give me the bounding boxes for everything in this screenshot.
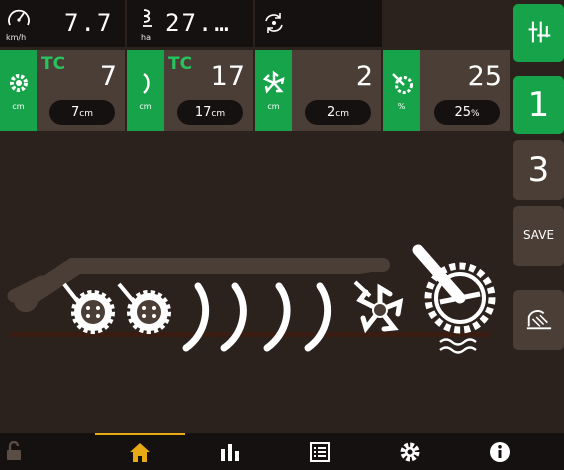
home-icon — [130, 443, 150, 462]
param-depth-discs[interactable]: cm TC 17 17cm — [127, 50, 253, 131]
headland-button[interactable] — [513, 290, 564, 350]
info-icon — [490, 442, 510, 462]
param-unit: % — [397, 102, 406, 111]
headland-icon — [526, 310, 552, 330]
speed-cell: km/h 7.7 — [0, 0, 125, 47]
speed-value: 7.7 — [64, 9, 114, 37]
nav-list[interactable] — [290, 433, 350, 470]
disc-icon — [143, 73, 150, 94]
machine-illustration — [7, 244, 496, 354]
unlock-icon — [7, 441, 21, 460]
preset-1-label: 1 — [527, 85, 550, 125]
lock-button[interactable] — [0, 433, 44, 470]
tool-select-button[interactable] — [513, 4, 564, 62]
roller-gauge-icon — [392, 73, 413, 94]
save-label: SAVE — [522, 228, 555, 242]
param-roller[interactable]: % 25 25% — [383, 50, 510, 131]
disc-group — [182, 282, 332, 352]
param-unit: cm — [139, 102, 152, 111]
gear-icon — [400, 442, 420, 462]
param-value: 7 — [99, 61, 117, 92]
param-icon-tile: % — [383, 50, 420, 131]
rotor — [353, 280, 404, 334]
speedometer-icon — [8, 9, 30, 26]
tc-label: TC — [168, 54, 193, 74]
param-value-tile: TC 7 7cm — [37, 50, 125, 131]
param-icon-tile: cm — [127, 50, 164, 131]
area-value: 27.… — [165, 9, 231, 37]
tc-label: TC — [41, 54, 66, 74]
save-button[interactable]: SAVE — [513, 206, 564, 266]
param-pill: 2cm — [305, 100, 371, 125]
nav-statistics[interactable] — [200, 433, 260, 470]
nav-home[interactable] — [110, 433, 170, 470]
area-cell: ha 27.… — [127, 0, 253, 47]
bottom-nav — [0, 433, 564, 470]
rotor-icon — [262, 70, 285, 94]
param-value-tile: TC 17 17cm — [164, 50, 253, 131]
speed-unit: km/h — [6, 33, 27, 42]
param-pill: 25% — [434, 100, 500, 125]
param-pill: 17cm — [177, 100, 243, 125]
tool-select-icon — [528, 21, 551, 43]
wheel-gear-icon — [10, 74, 28, 92]
soil-line — [10, 332, 490, 337]
tine-wheel-left — [62, 282, 115, 334]
tine-wheel-right — [117, 282, 171, 334]
param-value-tile: 25 25% — [420, 50, 510, 131]
status-bar: km/h 7.7 ha 27.… — [0, 0, 382, 47]
param-value: 25 — [467, 61, 502, 92]
bar-chart-icon — [221, 444, 239, 461]
nav-settings[interactable] — [380, 433, 440, 470]
param-depth-front[interactable]: cm TC 7 7cm — [0, 50, 125, 131]
param-value-tile: 2 2cm — [292, 50, 381, 131]
area-counter-icon — [143, 9, 152, 27]
preset-1-button[interactable]: 1 — [513, 76, 564, 134]
param-unit: cm — [12, 102, 25, 111]
nav-info[interactable] — [470, 433, 530, 470]
param-icon-tile: cm — [255, 50, 292, 131]
param-value: 2 — [355, 61, 373, 92]
preset-3-button[interactable]: 3 — [513, 140, 564, 200]
param-pill: 7cm — [49, 100, 115, 125]
param-value: 17 — [210, 61, 245, 92]
preset-3-label: 3 — [527, 150, 550, 190]
cycle-arrows-icon — [265, 13, 283, 33]
list-icon — [310, 442, 330, 462]
active-tab-indicator — [95, 433, 185, 435]
packer-roller — [412, 244, 496, 354]
area-unit: ha — [141, 33, 151, 42]
param-depth-rotor[interactable]: cm 2 2cm — [255, 50, 381, 131]
param-unit: cm — [267, 102, 280, 111]
cycle-cell[interactable] — [255, 0, 382, 47]
param-icon-tile: cm — [0, 50, 37, 131]
